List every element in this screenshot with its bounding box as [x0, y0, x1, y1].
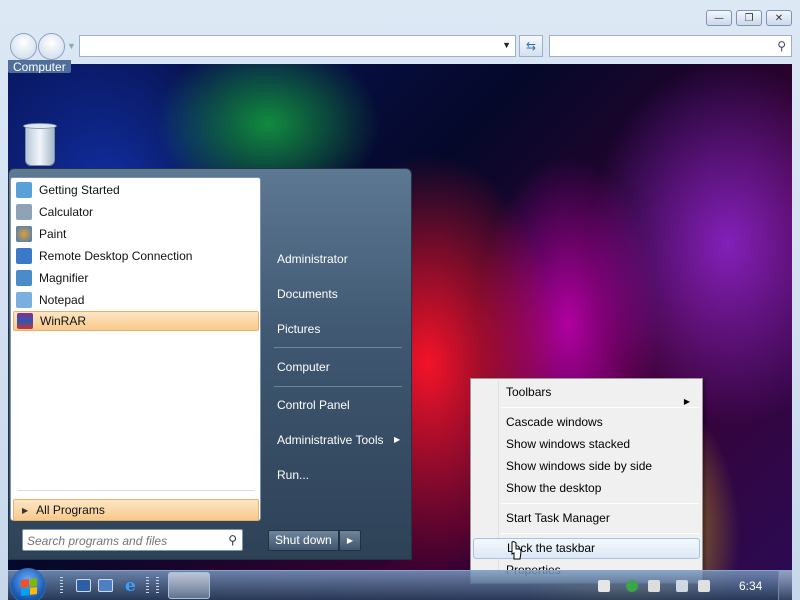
start-search-input[interactable] — [27, 533, 217, 548]
minimize-icon[interactable]: — — [706, 10, 732, 26]
remote-desktop-icon — [16, 248, 32, 264]
mouse-cursor-icon — [511, 541, 522, 560]
notepad-icon — [16, 292, 32, 308]
getting-started-icon — [16, 182, 32, 198]
context-menu-separator — [501, 533, 699, 534]
arrow-right-icon: ▶ — [394, 435, 401, 444]
show-desktop-quicklaunch-icon[interactable] — [76, 579, 91, 592]
context-item-show-the-desktop[interactable]: Show the desktop — [473, 478, 700, 499]
arrow-right-icon: ▶ — [683, 397, 690, 406]
program-item-label: Remote Desktop Connection — [39, 249, 193, 263]
taskbar-grip[interactable] — [60, 577, 63, 595]
close-icon[interactable]: ✕ — [766, 10, 792, 26]
taskbar-window-button[interactable] — [168, 572, 210, 599]
program-item-label: WinRAR — [40, 314, 87, 328]
refresh-button[interactable]: ⇆ — [519, 35, 543, 57]
window-caption-buttons: — ❐ ✕ — [706, 10, 792, 26]
program-item-notepad[interactable]: Notepad — [13, 290, 259, 310]
network-icon[interactable] — [676, 580, 688, 592]
start-right-item-administrator[interactable]: Administrator — [277, 249, 348, 269]
windows-logo-icon — [21, 578, 37, 596]
tray-app-icon[interactable] — [598, 580, 610, 592]
arrow-right-icon: ▶ — [346, 536, 354, 545]
start-right-item-computer[interactable]: Computer — [277, 357, 330, 377]
start-right-item-documents[interactable]: Documents — [277, 284, 338, 304]
program-item-magnifier[interactable]: Magnifier — [13, 268, 259, 288]
refresh-icon: ⇆ — [525, 39, 537, 53]
start-button[interactable] — [10, 568, 46, 600]
program-item-label: Calculator — [39, 205, 94, 219]
taskbar-clock[interactable]: 6:34 — [739, 579, 762, 593]
search-icon[interactable]: ⚲ — [228, 533, 237, 547]
start-right-separator — [274, 347, 402, 348]
start-menu-programs-panel: Getting Started Calculator Paint Remote … — [10, 177, 261, 521]
program-item-label: Paint — [39, 227, 67, 241]
search-icon[interactable]: ⚲ — [777, 39, 786, 53]
explorer-window: — ❐ ✕ ▼ ▼ ⇆ ⚲ Computer Getting Started C… — [0, 0, 800, 600]
context-menu-separator — [501, 407, 699, 408]
program-item-label: Notepad — [39, 293, 85, 307]
context-item-cascade-windows[interactable]: Cascade windows — [473, 412, 700, 433]
magnifier-icon — [16, 270, 32, 286]
volume-icon[interactable] — [698, 580, 710, 592]
shut-down-options-button[interactable]: ▶ — [339, 530, 361, 551]
program-item-getting-started[interactable]: Getting Started — [13, 180, 259, 200]
forward-button[interactable] — [38, 33, 65, 60]
back-button[interactable] — [10, 33, 37, 60]
calculator-icon — [16, 204, 32, 220]
start-right-item-administrative-tools[interactable]: Administrative Tools — [277, 430, 384, 450]
start-right-item-run[interactable]: Run... — [277, 465, 309, 485]
program-item-paint[interactable]: Paint — [13, 224, 259, 244]
start-search-box[interactable]: ⚲ — [22, 529, 243, 551]
taskbar-grip[interactable] — [146, 577, 149, 595]
context-item-show-windows-stacked[interactable]: Show windows stacked — [473, 434, 700, 455]
desktop-item-label[interactable]: Computer — [8, 60, 71, 73]
recycle-bin-icon[interactable] — [21, 122, 59, 168]
recent-pages-chevron-icon[interactable]: ▼ — [67, 41, 76, 51]
start-right-separator — [274, 386, 402, 387]
start-right-item-control-panel[interactable]: Control Panel — [277, 395, 350, 415]
restore-icon[interactable]: ❐ — [736, 10, 762, 26]
context-item-show-windows-side-by-side[interactable]: Show windows side by side — [473, 456, 700, 477]
address-bar[interactable]: ▼ — [79, 35, 516, 57]
security-shield-icon[interactable] — [626, 580, 638, 592]
taskbar-context-menu: Toolbars ▶ Cascade windows Show windows … — [470, 378, 703, 584]
window-search-input[interactable]: ⚲ — [549, 35, 792, 57]
context-menu-separator — [501, 503, 699, 504]
start-menu: Getting Started Calculator Paint Remote … — [8, 168, 412, 560]
context-item-start-task-manager[interactable]: Start Task Manager — [473, 508, 700, 529]
start-right-item-pictures[interactable]: Pictures — [277, 319, 320, 339]
navigation-bar: ▼ ▼ ⇆ ⚲ — [8, 33, 792, 60]
program-item-remote-desktop[interactable]: Remote Desktop Connection — [13, 246, 259, 266]
show-desktop-button[interactable] — [778, 571, 792, 600]
winrar-icon — [17, 313, 33, 329]
programs-separator — [17, 490, 255, 491]
all-programs-label: All Programs — [36, 503, 105, 517]
context-item-lock-the-taskbar[interactable]: Lock the taskbar — [473, 538, 700, 559]
switch-windows-icon[interactable] — [98, 579, 113, 592]
address-dropdown-icon[interactable]: ▼ — [502, 40, 511, 50]
all-programs-button[interactable]: ▶ All Programs — [13, 499, 259, 521]
taskbar-grip[interactable] — [156, 577, 159, 595]
program-item-winrar[interactable]: WinRAR — [13, 311, 259, 331]
internet-explorer-icon[interactable]: e — [125, 576, 136, 596]
program-item-label: Magnifier — [39, 271, 89, 285]
paint-icon — [16, 226, 32, 242]
shut-down-button[interactable]: Shut down — [268, 530, 339, 551]
taskbar[interactable]: e 6:34 — [8, 568, 792, 600]
arrow-right-icon: ▶ — [22, 505, 29, 515]
context-item-label: Toolbars — [506, 385, 552, 399]
action-center-flag-icon[interactable] — [648, 580, 660, 592]
program-item-calculator[interactable]: Calculator — [13, 202, 259, 222]
program-item-label: Getting Started — [39, 183, 120, 197]
context-item-toolbars[interactable]: Toolbars ▶ — [473, 382, 700, 406]
